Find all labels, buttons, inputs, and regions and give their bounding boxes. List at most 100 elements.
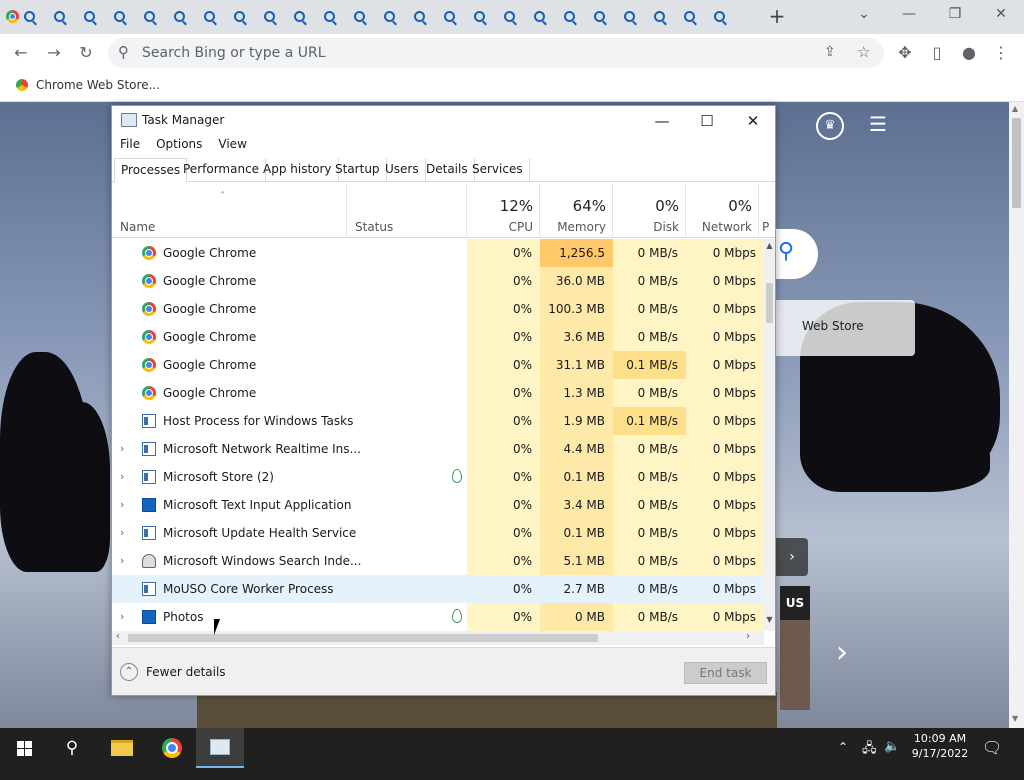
process-row[interactable]: › Microsoft Store (2) 0% 0.1 MB 0 MB/s 0 Mbps (112, 463, 764, 491)
clock[interactable]: 10:09 AM 9/17/2022 (910, 732, 970, 772)
hamburger-menu-icon[interactable]: ☰ (869, 112, 887, 136)
search-button[interactable]: ⚲ (776, 229, 818, 279)
tab-services[interactable]: Services (466, 158, 530, 182)
next-image-chevron-icon[interactable]: › (836, 638, 848, 668)
tab-app-history[interactable]: App history (257, 158, 339, 182)
bookmark-star-icon[interactable]: ☆ (857, 43, 870, 61)
horizontal-scrollbar-thumb[interactable] (128, 634, 598, 642)
menu-file[interactable]: File (112, 134, 148, 156)
expand-chevron-icon[interactable]: › (120, 463, 124, 491)
scroll-left-icon[interactable]: ‹ (116, 631, 120, 642)
menu-kebab-icon[interactable]: ⋮ (990, 42, 1012, 64)
process-row[interactable]: › Photos 0% 0 MB 0 MB/s 0 Mbps (112, 603, 764, 631)
browser-tab[interactable] (262, 8, 276, 24)
process-row[interactable]: Google Chrome 0% 3.6 MB 0 MB/s 0 Mbps (112, 323, 764, 351)
browser-tab[interactable] (172, 8, 186, 24)
file-explorer-icon[interactable] (98, 728, 146, 768)
process-row[interactable]: Host Process for Windows Tasks 0% 1.9 MB 0.… (112, 407, 764, 435)
process-row[interactable]: Google Chrome 0% 100.3 MB 0 MB/s 0 Mbps (112, 295, 764, 323)
scroll-down-icon[interactable]: ▼ (764, 615, 775, 629)
show-hidden-icons-chevron-icon[interactable]: ⌃ (838, 740, 848, 780)
process-list-scrollbar[interactable]: ▲ ▼ (764, 239, 775, 631)
side-panel-icon[interactable]: ▯ (926, 42, 948, 64)
scroll-right-icon[interactable]: › (746, 631, 750, 642)
scroll-down-icon[interactable]: ▼ (1012, 714, 1018, 723)
browser-tab[interactable] (622, 8, 636, 24)
restore-icon[interactable]: ❐ (943, 4, 967, 24)
maximize-icon[interactable]: ☐ (687, 110, 727, 132)
network-icon[interactable]: 🖧 (862, 739, 877, 779)
process-list-scrollbar-thumb[interactable] (766, 283, 773, 323)
expand-chevron-icon[interactable]: › (120, 519, 124, 547)
browser-tab[interactable] (202, 8, 216, 24)
reload-icon[interactable]: ↻ (75, 42, 97, 64)
carousel-next-small-icon[interactable]: › (776, 538, 808, 576)
tab-search-chevron-icon[interactable]: ⌄ (852, 4, 876, 24)
header-power-truncated[interactable]: P (759, 183, 775, 238)
chrome-store-tab-icon[interactable] (6, 10, 19, 23)
page-scrollbar[interactable]: ▲ ▼ (1009, 102, 1024, 728)
tab-performance[interactable]: Performance (177, 158, 267, 182)
address-bar[interactable]: ⚲ Search Bing or type a URL ⇪ ☆ (108, 38, 884, 68)
browser-tab[interactable] (532, 8, 546, 24)
chrome-icon[interactable] (148, 728, 196, 768)
header-network[interactable]: 0% Network (686, 183, 759, 238)
minimize-icon[interactable]: — (642, 110, 682, 132)
task-manager-titlebar[interactable]: Task Manager — ☐ ✕ (112, 106, 775, 134)
expand-chevron-icon[interactable]: › (120, 435, 124, 463)
close-icon[interactable]: ✕ (733, 110, 773, 132)
process-row[interactable]: Google Chrome 0% 31.1 MB 0.1 MB/s 0 Mbps (112, 351, 764, 379)
browser-tab[interactable] (442, 8, 456, 24)
extensions-icon[interactable]: ✥ (894, 42, 916, 64)
menu-options[interactable]: Options (148, 134, 210, 156)
volume-icon[interactable]: 🔈 (884, 739, 900, 779)
end-task-button[interactable]: End task (684, 662, 767, 684)
browser-tab[interactable] (52, 8, 66, 24)
share-icon[interactable]: ⇪ (824, 44, 836, 60)
header-disk[interactable]: 0% Disk (613, 183, 686, 238)
minimize-icon[interactable]: — (897, 4, 921, 24)
tab-startup[interactable]: Startup (329, 158, 387, 182)
process-row[interactable]: MoUSO Core Worker Process 0% 2.7 MB 0 MB/s 0… (112, 575, 764, 603)
browser-tab[interactable] (502, 8, 516, 24)
new-tab-button[interactable]: + (767, 6, 787, 26)
process-row[interactable]: › Microsoft Update Health Service 0% 0.1 MB… (112, 519, 764, 547)
profile-avatar-icon[interactable]: ● (958, 42, 980, 64)
search-icon[interactable]: ⚲ (48, 728, 96, 768)
bookmark-chrome-web-store[interactable]: Chrome Web Store... (16, 78, 160, 92)
horizontal-scrollbar[interactable]: ‹ › (112, 631, 764, 645)
process-row[interactable]: Google Chrome 0% 1.3 MB 0 MB/s 0 Mbps (112, 379, 764, 407)
browser-tab[interactable] (682, 8, 696, 24)
scroll-up-icon[interactable]: ▲ (1012, 104, 1018, 113)
forward-icon[interactable]: → (43, 42, 65, 64)
browser-tab[interactable] (562, 8, 576, 24)
process-row[interactable]: › Microsoft Network Realtime Ins... 0% 4.4 … (112, 435, 764, 463)
browser-tab[interactable] (112, 8, 126, 24)
expand-chevron-icon[interactable]: › (120, 547, 124, 575)
process-row[interactable]: › Microsoft Windows Search Inde... 0% 5.1 M… (112, 547, 764, 575)
expand-chevron-icon[interactable]: › (120, 603, 124, 631)
browser-tab[interactable] (592, 8, 606, 24)
header-memory[interactable]: 64% Memory (540, 183, 613, 238)
close-icon[interactable]: ✕ (989, 4, 1013, 24)
browser-tab[interactable] (232, 8, 246, 24)
header-status[interactable]: Status (347, 183, 467, 238)
fewer-details-button[interactable]: ⌃ Fewer details (120, 663, 226, 681)
tab-users[interactable]: Users (379, 158, 426, 182)
process-row[interactable]: Google Chrome 0% 36.0 MB 0 MB/s 0 Mbps (112, 267, 764, 295)
header-name[interactable]: ˄ Name (112, 183, 347, 238)
page-scrollbar-thumb[interactable] (1012, 118, 1021, 208)
news-thumbnail[interactable] (780, 620, 810, 710)
browser-tab[interactable] (712, 8, 726, 24)
start-windows-icon[interactable] (0, 728, 48, 768)
process-row[interactable]: Google Chrome 0%1,256.5 MB0 MB/s0 Mbps (112, 239, 764, 288)
expand-chevron-icon[interactable]: › (120, 491, 124, 519)
browser-tab[interactable] (22, 8, 36, 24)
header-cpu[interactable]: 12% CPU (467, 183, 540, 238)
browser-tab[interactable] (292, 8, 306, 24)
browser-tab[interactable] (142, 8, 156, 24)
browser-tab[interactable] (352, 8, 366, 24)
browser-tab[interactable] (322, 8, 336, 24)
web-store-tile[interactable]: Web Store (776, 300, 915, 356)
task-manager-taskbar-icon[interactable] (196, 728, 244, 768)
